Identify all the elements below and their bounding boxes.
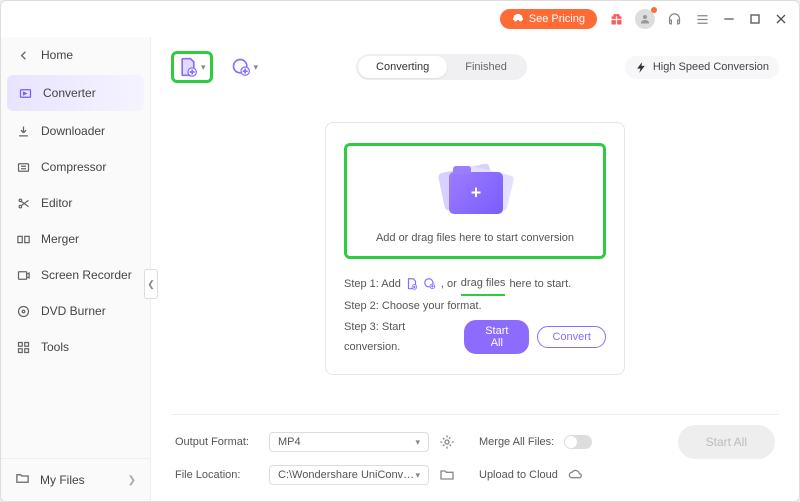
footer: Output Format: MP4 ▾ Merge All Files: St… (171, 414, 779, 491)
step-3: Step 3: Start conversion. Start All Conv… (344, 317, 606, 359)
file-plus-icon[interactable] (405, 277, 419, 291)
step3-text: Step 3: Start conversion. (344, 317, 456, 359)
merge-toggle[interactable] (564, 435, 592, 449)
folder-icon (15, 471, 30, 489)
close-button[interactable] (773, 11, 789, 27)
sidebar-item-label: Home (41, 48, 73, 62)
sidebar-item-label: Compressor (41, 160, 106, 174)
gift-icon[interactable] (607, 10, 625, 28)
output-format-label: Output Format: (175, 436, 259, 448)
open-folder-icon[interactable] (439, 467, 455, 483)
sidebar-item-screen-recorder[interactable]: Screen Recorder (1, 257, 150, 293)
download-icon (15, 123, 31, 139)
see-pricing-button[interactable]: See Pricing (500, 9, 597, 29)
menu-icon[interactable] (693, 10, 711, 28)
my-files-button[interactable]: My Files ❯ (1, 458, 150, 501)
sidebar-item-label: Screen Recorder (41, 268, 132, 282)
sidebar-item-merger[interactable]: Merger (1, 221, 150, 257)
step1-suffix: here to start. (509, 274, 571, 295)
minimize-button[interactable] (721, 11, 737, 27)
body: Home Converter Downloader Compressor Edi… (1, 37, 799, 501)
sidebar-item-label: Downloader (41, 124, 105, 138)
sidebar-item-label: DVD Burner (41, 304, 106, 318)
file-location-value: C:\Wondershare UniConverter 1 (278, 469, 415, 481)
status-tabs: Converting Finished (356, 54, 527, 80)
circle-plus-icon[interactable] (423, 277, 437, 291)
my-files-label: My Files (40, 473, 85, 487)
chevron-left-icon (15, 47, 31, 63)
converter-icon (17, 85, 33, 101)
sidebar-item-dvd-burner[interactable]: DVD Burner (1, 293, 150, 329)
file-plus-icon (178, 57, 198, 77)
sidebar-item-downloader[interactable]: Downloader (1, 113, 150, 149)
headset-icon[interactable] (665, 10, 683, 28)
user-avatar-icon[interactable] (635, 9, 655, 29)
maximize-button[interactable] (747, 11, 763, 27)
cloud-icon[interactable] (568, 467, 584, 483)
gear-icon[interactable] (439, 434, 455, 450)
add-file-button[interactable]: ▾ (171, 51, 213, 83)
toolbar: ▾ ▾ Converting Finished High Speed Conve… (171, 51, 779, 83)
sidebar-item-home[interactable]: Home (1, 37, 150, 73)
record-icon (15, 267, 31, 283)
file-location-label: File Location: (175, 469, 259, 481)
sidebar-item-label: Merger (41, 232, 79, 246)
output-format-select[interactable]: MP4 ▾ (269, 432, 429, 452)
titlebar: See Pricing (1, 1, 799, 37)
step1-drag-files: drag files (461, 273, 506, 296)
sidebar-item-tools[interactable]: Tools (1, 329, 150, 365)
lightning-icon (635, 61, 648, 74)
sidebar-item-editor[interactable]: Editor (1, 185, 150, 221)
drop-box: + Add or drag files here to start conver… (325, 122, 625, 376)
high-speed-label: High Speed Conversion (653, 61, 769, 73)
drop-text: Add or drag files here to start conversi… (376, 232, 574, 244)
content-area: + Add or drag files here to start conver… (171, 83, 779, 414)
disc-icon (15, 303, 31, 319)
folder-plus-graphic: + (435, 162, 515, 218)
chevron-down-icon: ▾ (415, 437, 420, 448)
tab-converting[interactable]: Converting (358, 56, 447, 78)
step-1: Step 1: Add , or drag files here to star… (344, 273, 606, 296)
upload-label: Upload to Cloud (479, 469, 558, 481)
main-panel: ▾ ▾ Converting Finished High Speed Conve… (151, 37, 799, 501)
steps: Step 1: Add , or drag files here to star… (344, 273, 606, 359)
add-url-button[interactable]: ▾ (231, 57, 259, 77)
circle-plus-icon (231, 57, 251, 77)
chevron-down-icon: ▾ (415, 470, 420, 481)
scissors-icon (15, 195, 31, 211)
chevron-right-icon: ❯ (128, 475, 136, 486)
grid-icon (15, 339, 31, 355)
high-speed-button[interactable]: High Speed Conversion (625, 56, 779, 79)
app-window: See Pricing Home Converter Downloader (0, 0, 800, 502)
step1-or: , or (441, 274, 457, 295)
sidebar-collapse-handle[interactable]: ❮ (144, 269, 158, 299)
sidebar: Home Converter Downloader Compressor Edi… (1, 37, 151, 501)
sidebar-item-compressor[interactable]: Compressor (1, 149, 150, 185)
start-all-button[interactable]: Start All (678, 425, 775, 459)
start-all-button-inline[interactable]: Start All (464, 320, 529, 354)
output-format-value: MP4 (278, 436, 301, 448)
convert-button[interactable]: Convert (537, 326, 606, 348)
compressor-icon (15, 159, 31, 175)
file-location-select[interactable]: C:\Wondershare UniConverter 1 ▾ (269, 465, 429, 485)
step1-prefix: Step 1: Add (344, 274, 401, 295)
step-2: Step 2: Choose your format. (344, 296, 606, 317)
see-pricing-label: See Pricing (529, 13, 585, 25)
sidebar-item-label: Tools (41, 340, 69, 354)
merge-label: Merge All Files: (479, 436, 554, 448)
sidebar-item-converter[interactable]: Converter (7, 75, 144, 111)
merger-icon (15, 231, 31, 247)
tab-finished[interactable]: Finished (447, 56, 525, 78)
drop-target[interactable]: + Add or drag files here to start conver… (344, 143, 606, 259)
sidebar-item-label: Editor (41, 196, 72, 210)
chevron-down-icon: ▾ (201, 62, 206, 73)
sidebar-item-label: Converter (43, 86, 96, 100)
chevron-down-icon: ▾ (254, 62, 259, 73)
